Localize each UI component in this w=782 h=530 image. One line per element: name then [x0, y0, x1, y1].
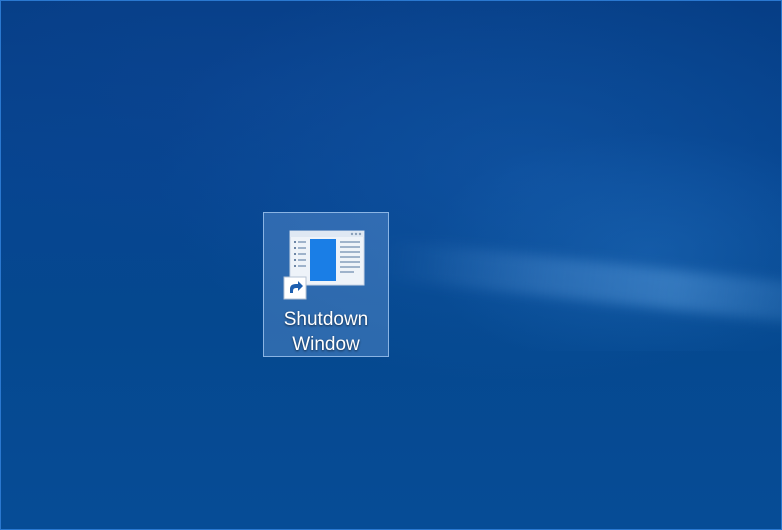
desktop[interactable]: Shutdown Window	[0, 0, 782, 530]
wallpaper-glow	[421, 131, 781, 351]
window-app-icon	[283, 230, 365, 300]
shortcut-arrow-icon	[283, 276, 307, 300]
desktop-icon-label: Shutdown Window	[283, 309, 369, 355]
desktop-icon-shutdown-window[interactable]: Shutdown Window	[263, 212, 389, 357]
